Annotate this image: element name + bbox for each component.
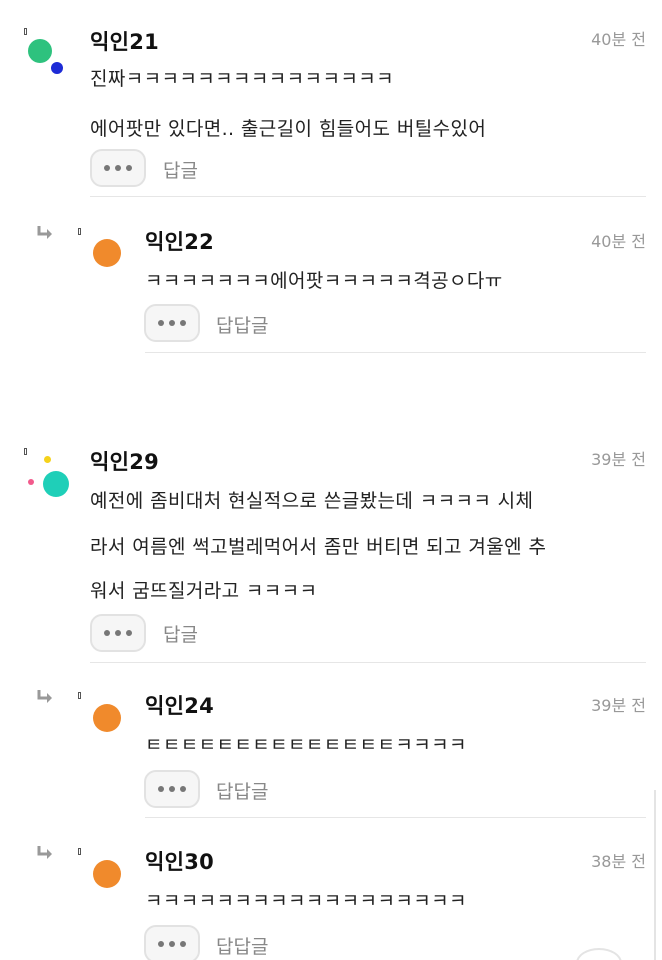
comment-text-line: 진짜ㅋㅋㅋㅋㅋㅋㅋㅋㅋㅋㅋㅋㅋㅋㅋ: [90, 68, 394, 90]
dot-icon: [126, 165, 132, 171]
comment-time: 39분 전: [591, 696, 646, 715]
comment-time: 39분 전: [591, 450, 646, 469]
avatar-accent-dot: [44, 456, 51, 463]
reply-button[interactable]: 답답글: [216, 932, 268, 959]
dot-icon: [169, 320, 175, 326]
avatar-main-dot: [93, 860, 121, 888]
comment-marker: [78, 228, 81, 235]
dot-icon: [180, 786, 186, 792]
dot-icon: [115, 630, 121, 636]
reply-button[interactable]: 답글: [163, 620, 198, 647]
more-options-button[interactable]: [144, 304, 200, 342]
comment-text-line: ㅋㅋㅋㅋㅋㅋㅋ에어팟ㅋㅋㅋㅋㅋ격공ㅇ다ㅠ: [145, 270, 503, 292]
avatar: [90, 235, 140, 285]
comment-author[interactable]: 익인30: [145, 846, 214, 876]
avatar-accent-dot: [28, 479, 34, 485]
dot-icon: [104, 165, 110, 171]
avatar-main-dot: [93, 239, 121, 267]
more-options-button[interactable]: [144, 925, 200, 960]
comment-text-line: ㅋㅋㅋㅋㅋㅋㅋㅋㅋㅋㅋㅋㅋㅋㅋㅋㅋㅋ: [145, 890, 467, 912]
dot-icon: [115, 165, 121, 171]
comment-text-line: ㅌㅌㅌㅌㅌㅌㅌㅌㅌㅌㅌㅌㅌㅌㅋㅋㅋㅋ: [145, 734, 467, 756]
avatar: [24, 34, 74, 84]
avatar-main-dot: [43, 471, 69, 497]
comment-author[interactable]: 익인24: [145, 690, 214, 720]
avatar-main-dot: [28, 39, 52, 63]
dot-icon: [126, 630, 132, 636]
comment-author[interactable]: 익인29: [90, 446, 159, 476]
comment-author[interactable]: 익인21: [90, 26, 159, 56]
floating-button-edge[interactable]: [576, 948, 622, 960]
dot-icon: [158, 320, 164, 326]
avatar-accent-dot: [51, 62, 63, 74]
reply-arrow-icon: [37, 226, 52, 239]
more-options-button[interactable]: [90, 614, 146, 652]
reply-button[interactable]: 답글: [163, 156, 198, 183]
comment-text-line: 라서 여름엔 썩고벌레먹어서 좀만 버티면 되고 겨울엔 추: [90, 536, 547, 558]
comment-marker: [78, 692, 81, 699]
dot-icon: [169, 941, 175, 947]
dot-icon: [158, 941, 164, 947]
comment-time: 38분 전: [591, 852, 646, 871]
comment-thread: 익인21 40분 전 진짜ㅋㅋㅋㅋㅋㅋㅋㅋㅋㅋㅋㅋㅋㅋㅋ 에어팟만 있다면.. …: [0, 0, 662, 960]
reply-button[interactable]: 답답글: [216, 777, 268, 804]
comment-text-line: 워서 굼뜨질거라고 ㅋㅋㅋㅋ: [90, 580, 318, 602]
scrollbar-edge: [654, 790, 662, 960]
more-options-button[interactable]: [90, 149, 146, 187]
reply-arrow-icon: [37, 690, 52, 703]
avatar-main-dot: [93, 704, 121, 732]
dot-icon: [169, 786, 175, 792]
avatar: [90, 700, 140, 750]
reply-arrow-icon: [37, 846, 52, 859]
divider: [145, 352, 646, 353]
avatar: [90, 856, 140, 906]
divider: [90, 196, 646, 197]
divider: [145, 817, 646, 818]
comment-text-line: 에어팟만 있다면.. 출근길이 힘들어도 버틸수있어: [90, 118, 487, 140]
comment-time: 40분 전: [591, 232, 646, 251]
comment-author[interactable]: 익인22: [145, 226, 214, 256]
dot-icon: [180, 941, 186, 947]
avatar: [24, 452, 74, 502]
dot-icon: [158, 786, 164, 792]
more-options-button[interactable]: [144, 770, 200, 808]
dot-icon: [180, 320, 186, 326]
divider: [90, 662, 646, 663]
reply-button[interactable]: 답답글: [216, 311, 268, 338]
dot-icon: [104, 630, 110, 636]
comment-text-line: 예전에 좀비대처 현실적으로 쓴글봤는데 ㅋㅋㅋㅋ 시체: [90, 490, 534, 512]
comment-time: 40분 전: [591, 30, 646, 49]
comment-marker: [78, 848, 81, 855]
